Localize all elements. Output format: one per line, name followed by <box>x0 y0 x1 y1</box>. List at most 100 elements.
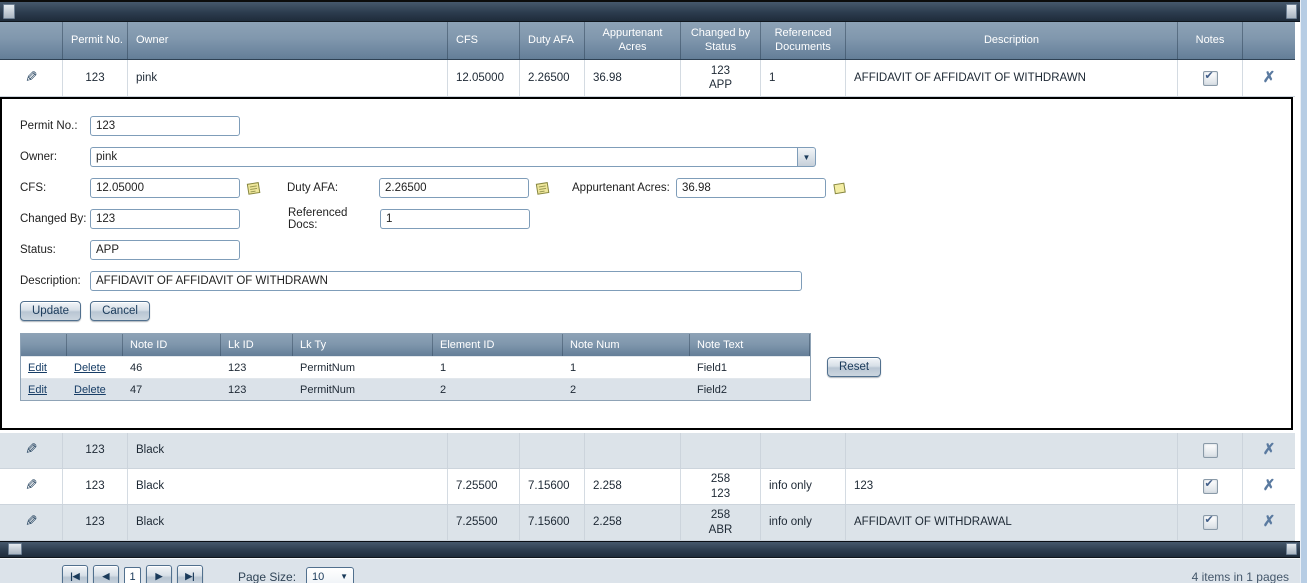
referenced-docs-label: Referenced Docs: <box>288 207 348 231</box>
cell-note-num: 1 <box>570 361 577 374</box>
page-size-label: Page Size: <box>238 569 297 583</box>
delete-note-link[interactable]: Delete <box>74 362 106 374</box>
description-field[interactable] <box>90 271 802 291</box>
cell-owner: pink <box>128 60 448 96</box>
notes-header-delete <box>67 334 123 356</box>
cell-appurtenant-acres: 2.258 <box>585 469 681 504</box>
cell-note-text: Field2 <box>697 383 727 396</box>
notes-header-element-id: Element ID <box>433 334 563 356</box>
notes-table-row: Edit Delete 47 123 PermitNum 2 2 Field2 <box>21 378 810 400</box>
update-button[interactable]: Update <box>20 301 82 321</box>
page-number-input[interactable] <box>124 567 141 583</box>
cell-owner: Black <box>128 433 448 468</box>
header-notes: Notes <box>1178 22 1243 59</box>
appurtenant-acres-label: Appurtenant Acres: <box>572 182 670 194</box>
changed-by-label: Changed By: <box>20 213 87 225</box>
grid-rows-below-form: ✎ 123 Black ✗ ✎ 123 Black 7.25500 7.15600 2.258 25… <box>0 433 1307 541</box>
status-label: Status: <box>20 244 56 256</box>
bottom-horizontal-scrollbar[interactable] <box>0 541 1307 558</box>
delete-icon[interactable]: ✗ <box>1263 69 1276 88</box>
header-appurtenant-acres: Appurtenant Acres <box>585 22 681 59</box>
delete-icon[interactable]: ✗ <box>1263 477 1276 496</box>
cell-cfs <box>448 433 520 468</box>
right-vertical-scrollbar[interactable] <box>1300 0 1307 583</box>
cell-referenced-documents: info only <box>761 469 846 504</box>
last-page-button[interactable]: ▶| <box>177 565 203 583</box>
header-referenced-documents: Referenced Documents <box>761 22 846 59</box>
note-icon[interactable] <box>246 181 261 196</box>
note-icon[interactable] <box>535 181 550 196</box>
edit-pencil-icon[interactable]: ✎ <box>25 513 38 532</box>
edit-pencil-icon[interactable]: ✎ <box>25 441 38 460</box>
cell-note-text: Field1 <box>697 361 727 374</box>
edit-note-link[interactable]: Edit <box>28 384 47 396</box>
delete-icon[interactable]: ✗ <box>1263 513 1276 532</box>
cell-referenced-documents: info only <box>761 505 846 540</box>
notes-checkbox[interactable] <box>1202 70 1218 86</box>
permit-no-field[interactable] <box>90 116 240 136</box>
owner-combobox[interactable]: ▼ <box>90 147 816 167</box>
cell-appurtenant-acres: 36.98 <box>585 60 681 96</box>
cell-appurtenant-acres <box>585 433 681 468</box>
edit-pencil-icon[interactable]: ✎ <box>25 477 38 496</box>
notes-checkbox[interactable] <box>1202 443 1218 458</box>
edit-pencil-icon[interactable]: ✎ <box>25 69 38 88</box>
cell-owner: Black <box>128 505 448 540</box>
changed-by-field[interactable] <box>90 209 240 229</box>
table-row: ✎ 123 pink 12.05000 2.26500 36.98 123 APP 1 AFFI… <box>0 60 1295 97</box>
grid-rows-above-form: ✎ 123 pink 12.05000 2.26500 36.98 123 APP 1 AFFI… <box>0 60 1307 97</box>
chevron-down-icon[interactable]: ▼ <box>797 147 816 167</box>
header-edit-column <box>0 22 63 59</box>
page-size-select[interactable]: 10 ▼ <box>306 566 355 583</box>
notes-checkbox[interactable] <box>1202 478 1218 494</box>
cell-cfs: 7.25500 <box>448 505 520 540</box>
scrollbar-right-button[interactable] <box>1286 543 1297 555</box>
permits-grid-app: Permit No. Owner CFS Duty AFA Appurtenan… <box>0 0 1307 583</box>
referenced-docs-field[interactable] <box>380 209 530 229</box>
cell-referenced-documents <box>761 433 846 468</box>
duty-afa-field[interactable] <box>379 178 529 198</box>
scrollbar-thumb[interactable] <box>8 543 22 555</box>
cell-lk-id: 123 <box>228 361 247 374</box>
notes-table-header: Note ID Lk ID Lk Ty Element ID Note Num … <box>21 334 810 356</box>
prev-page-button[interactable]: ◀ <box>93 565 119 583</box>
appurtenant-acres-field[interactable] <box>676 178 826 198</box>
cell-note-num: 2 <box>570 383 577 396</box>
note-icon[interactable] <box>832 181 847 196</box>
edit-note-link[interactable]: Edit <box>28 362 47 374</box>
owner-field[interactable] <box>90 147 797 167</box>
scrollbar-thumb[interactable] <box>3 4 15 19</box>
next-page-button[interactable]: ▶ <box>146 565 172 583</box>
header-description: Description <box>846 22 1178 59</box>
cell-description <box>846 433 1178 468</box>
pager-bar: |◀ ◀ ▶ ▶| Page Size: 10 ▼ 4 items in 1 p… <box>0 558 1307 583</box>
cell-changed-by-status: 123 APP <box>681 60 761 96</box>
reset-button[interactable]: Reset <box>827 357 882 377</box>
top-horizontal-scrollbar[interactable] <box>0 0 1307 22</box>
notes-header-lk-id: Lk ID <box>221 334 293 356</box>
notes-header-lk-ty: Lk Ty <box>293 334 433 356</box>
notes-checkbox[interactable] <box>1202 514 1218 530</box>
items-count-text: 4 items in 1 pages <box>1191 569 1289 583</box>
description-label: Description: <box>20 275 81 287</box>
first-page-button[interactable]: |◀ <box>62 565 88 583</box>
owner-label: Owner: <box>20 151 58 163</box>
status-field[interactable] <box>90 240 240 260</box>
cell-duty-afa: 2.26500 <box>520 60 585 96</box>
chevron-down-icon: ▼ <box>340 572 349 581</box>
cell-owner: Black <box>128 469 448 504</box>
cell-permit-no: 123 <box>63 433 128 468</box>
header-changed-by-status: Changed by Status <box>681 22 761 59</box>
cfs-field[interactable] <box>90 178 240 198</box>
cancel-button[interactable]: Cancel <box>90 301 150 321</box>
notes-header-edit <box>21 334 67 356</box>
table-row: ✎ 123 Black ✗ <box>0 433 1295 469</box>
table-row: ✎ 123 Black 7.25500 7.15600 2.258 258 123 info … <box>0 469 1295 505</box>
scrollbar-right-button[interactable] <box>1286 4 1297 19</box>
notes-table-row: Edit Delete 46 123 PermitNum 1 1 Field1 <box>21 356 810 378</box>
notes-header-note-num: Note Num <box>563 334 690 356</box>
cell-duty-afa <box>520 433 585 468</box>
delete-note-link[interactable]: Delete <box>74 384 106 396</box>
cell-changed-by-status: 258 ABR <box>681 505 761 540</box>
delete-icon[interactable]: ✗ <box>1263 441 1276 460</box>
